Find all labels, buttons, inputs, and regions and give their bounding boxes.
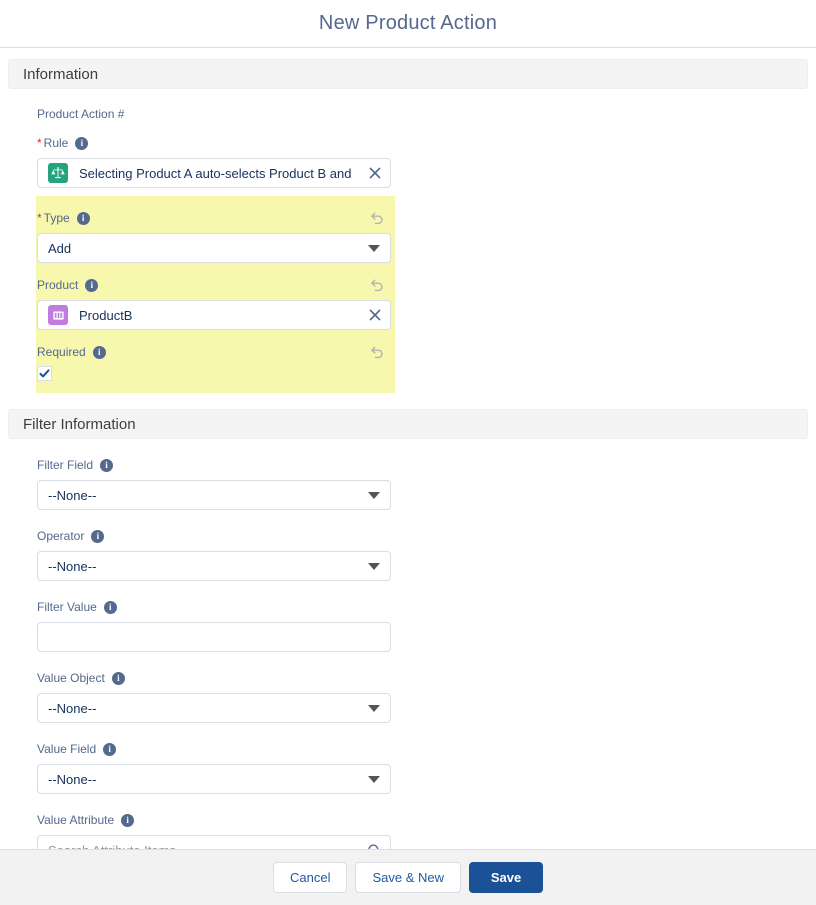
field-operator: Operator i --None-- — [37, 510, 391, 581]
field-value-object: Value Object i --None-- — [37, 652, 391, 723]
chevron-down-icon — [368, 704, 380, 712]
filter-value-input[interactable] — [37, 622, 391, 652]
required-marker-rule: * — [37, 136, 42, 150]
required-marker-type: * — [37, 211, 42, 225]
field-label-filter-value: Filter Value — [37, 600, 97, 614]
close-icon[interactable] — [368, 308, 382, 322]
scales-of-justice-icon — [48, 163, 68, 183]
modal-footer: Cancel Save & New Save — [0, 849, 816, 905]
chevron-down-icon — [368, 562, 380, 570]
type-value: Add — [48, 240, 72, 256]
field-label-value-field: Value Field — [37, 742, 97, 756]
field-label-required: Required — [37, 345, 86, 359]
field-label-row-product: Product i — [37, 277, 391, 294]
page-title: New Product Action — [318, 12, 498, 34]
section-title-filter-information: Filter Information — [23, 415, 136, 433]
field-required: Required i — [37, 330, 391, 381]
field-label-rule: Rule — [43, 136, 69, 150]
field-value-field: Value Field i --None-- — [37, 723, 391, 794]
info-icon[interactable]: i — [121, 814, 135, 827]
undo-icon[interactable] — [369, 210, 385, 226]
field-label-value-object: Value Object — [37, 671, 105, 685]
save-button[interactable]: Save — [469, 862, 543, 893]
value-object-select[interactable]: --None-- — [37, 693, 391, 723]
field-filter-field: Filter Field i --None-- — [37, 439, 391, 510]
field-label-filter-field: Filter Field — [37, 458, 94, 472]
info-icon[interactable]: i — [85, 279, 99, 292]
section-header-filter-information: Filter Information — [8, 409, 808, 439]
field-label-row-type: * Type i — [37, 210, 391, 227]
field-label-value-attribute: Value Attribute — [37, 813, 115, 827]
close-icon[interactable] — [368, 166, 382, 180]
field-label-row-required: Required i — [37, 344, 391, 361]
rule-value: Selecting Product A auto-selects Product… — [79, 165, 352, 181]
cancel-button[interactable]: Cancel — [272, 862, 348, 893]
field-rule: * Rule i Selecting Product A auto-select… — [37, 121, 391, 188]
info-icon[interactable]: i — [100, 459, 114, 472]
modal-body: Information Product Action # * Rule i Se… — [0, 49, 816, 849]
info-icon[interactable]: i — [91, 530, 105, 543]
field-label-row-value-field: Value Field i — [37, 741, 391, 758]
filter-field-value: --None-- — [48, 487, 97, 503]
rule-lookup-input[interactable]: Selecting Product A auto-selects Product… — [37, 158, 391, 188]
field-filter-value: Filter Value i — [37, 581, 391, 652]
field-label-operator: Operator — [37, 529, 85, 543]
field-label-row-value-attribute: Value Attribute i — [37, 812, 391, 829]
required-checkbox[interactable] — [37, 366, 52, 381]
value-object-value: --None-- — [48, 700, 97, 716]
info-icon[interactable]: i — [111, 672, 125, 685]
field-product: Product i ProductB — [37, 263, 391, 330]
info-icon[interactable]: i — [75, 137, 89, 150]
information-fields: Product Action # * Rule i Selecting Prod… — [0, 89, 816, 393]
field-label-row-filter-value: Filter Value i — [37, 599, 391, 616]
value-field-select[interactable]: --None-- — [37, 764, 391, 794]
info-icon[interactable]: i — [103, 601, 117, 614]
field-value-attribute: Value Attribute i Search Attribute Items… — [37, 794, 391, 849]
modified-fields-group: * Type i Add Product i ProductB Required… — [36, 196, 395, 393]
product-icon — [48, 305, 68, 325]
info-icon[interactable]: i — [92, 346, 106, 359]
section-header-information: Information — [8, 59, 808, 89]
field-label-product: Product — [37, 278, 79, 292]
section-title-information: Information — [23, 65, 99, 83]
field-label-row-operator: Operator i — [37, 528, 391, 545]
info-icon[interactable]: i — [76, 212, 90, 225]
product-value: ProductB — [79, 307, 133, 323]
value-attribute-search-input[interactable]: Search Attribute Items... — [37, 835, 391, 849]
field-label-type: Type — [43, 211, 70, 225]
record-number-label: Product Action # — [37, 107, 125, 121]
modal-header: New Product Action — [0, 0, 816, 48]
chevron-down-icon — [368, 244, 380, 252]
chevron-down-icon — [368, 491, 380, 499]
product-lookup-input[interactable]: ProductB — [37, 300, 391, 330]
field-type: * Type i Add — [37, 196, 391, 263]
operator-select[interactable]: --None-- — [37, 551, 391, 581]
operator-value: --None-- — [48, 558, 97, 574]
value-field-value: --None-- — [48, 771, 97, 787]
field-label-row-filter-field: Filter Field i — [37, 457, 391, 474]
filter-field-select[interactable]: --None-- — [37, 480, 391, 510]
undo-icon[interactable] — [369, 277, 385, 293]
info-icon[interactable]: i — [103, 743, 117, 756]
field-label-row-rule: * Rule i — [37, 135, 391, 152]
undo-icon[interactable] — [369, 344, 385, 360]
type-select[interactable]: Add — [37, 233, 391, 263]
field-label-row-value-object: Value Object i — [37, 670, 391, 687]
save-and-new-button[interactable]: Save & New — [355, 862, 461, 893]
filter-information-fields: Filter Field i --None-- Operator i --Non… — [0, 439, 816, 849]
chevron-down-icon — [368, 775, 380, 783]
